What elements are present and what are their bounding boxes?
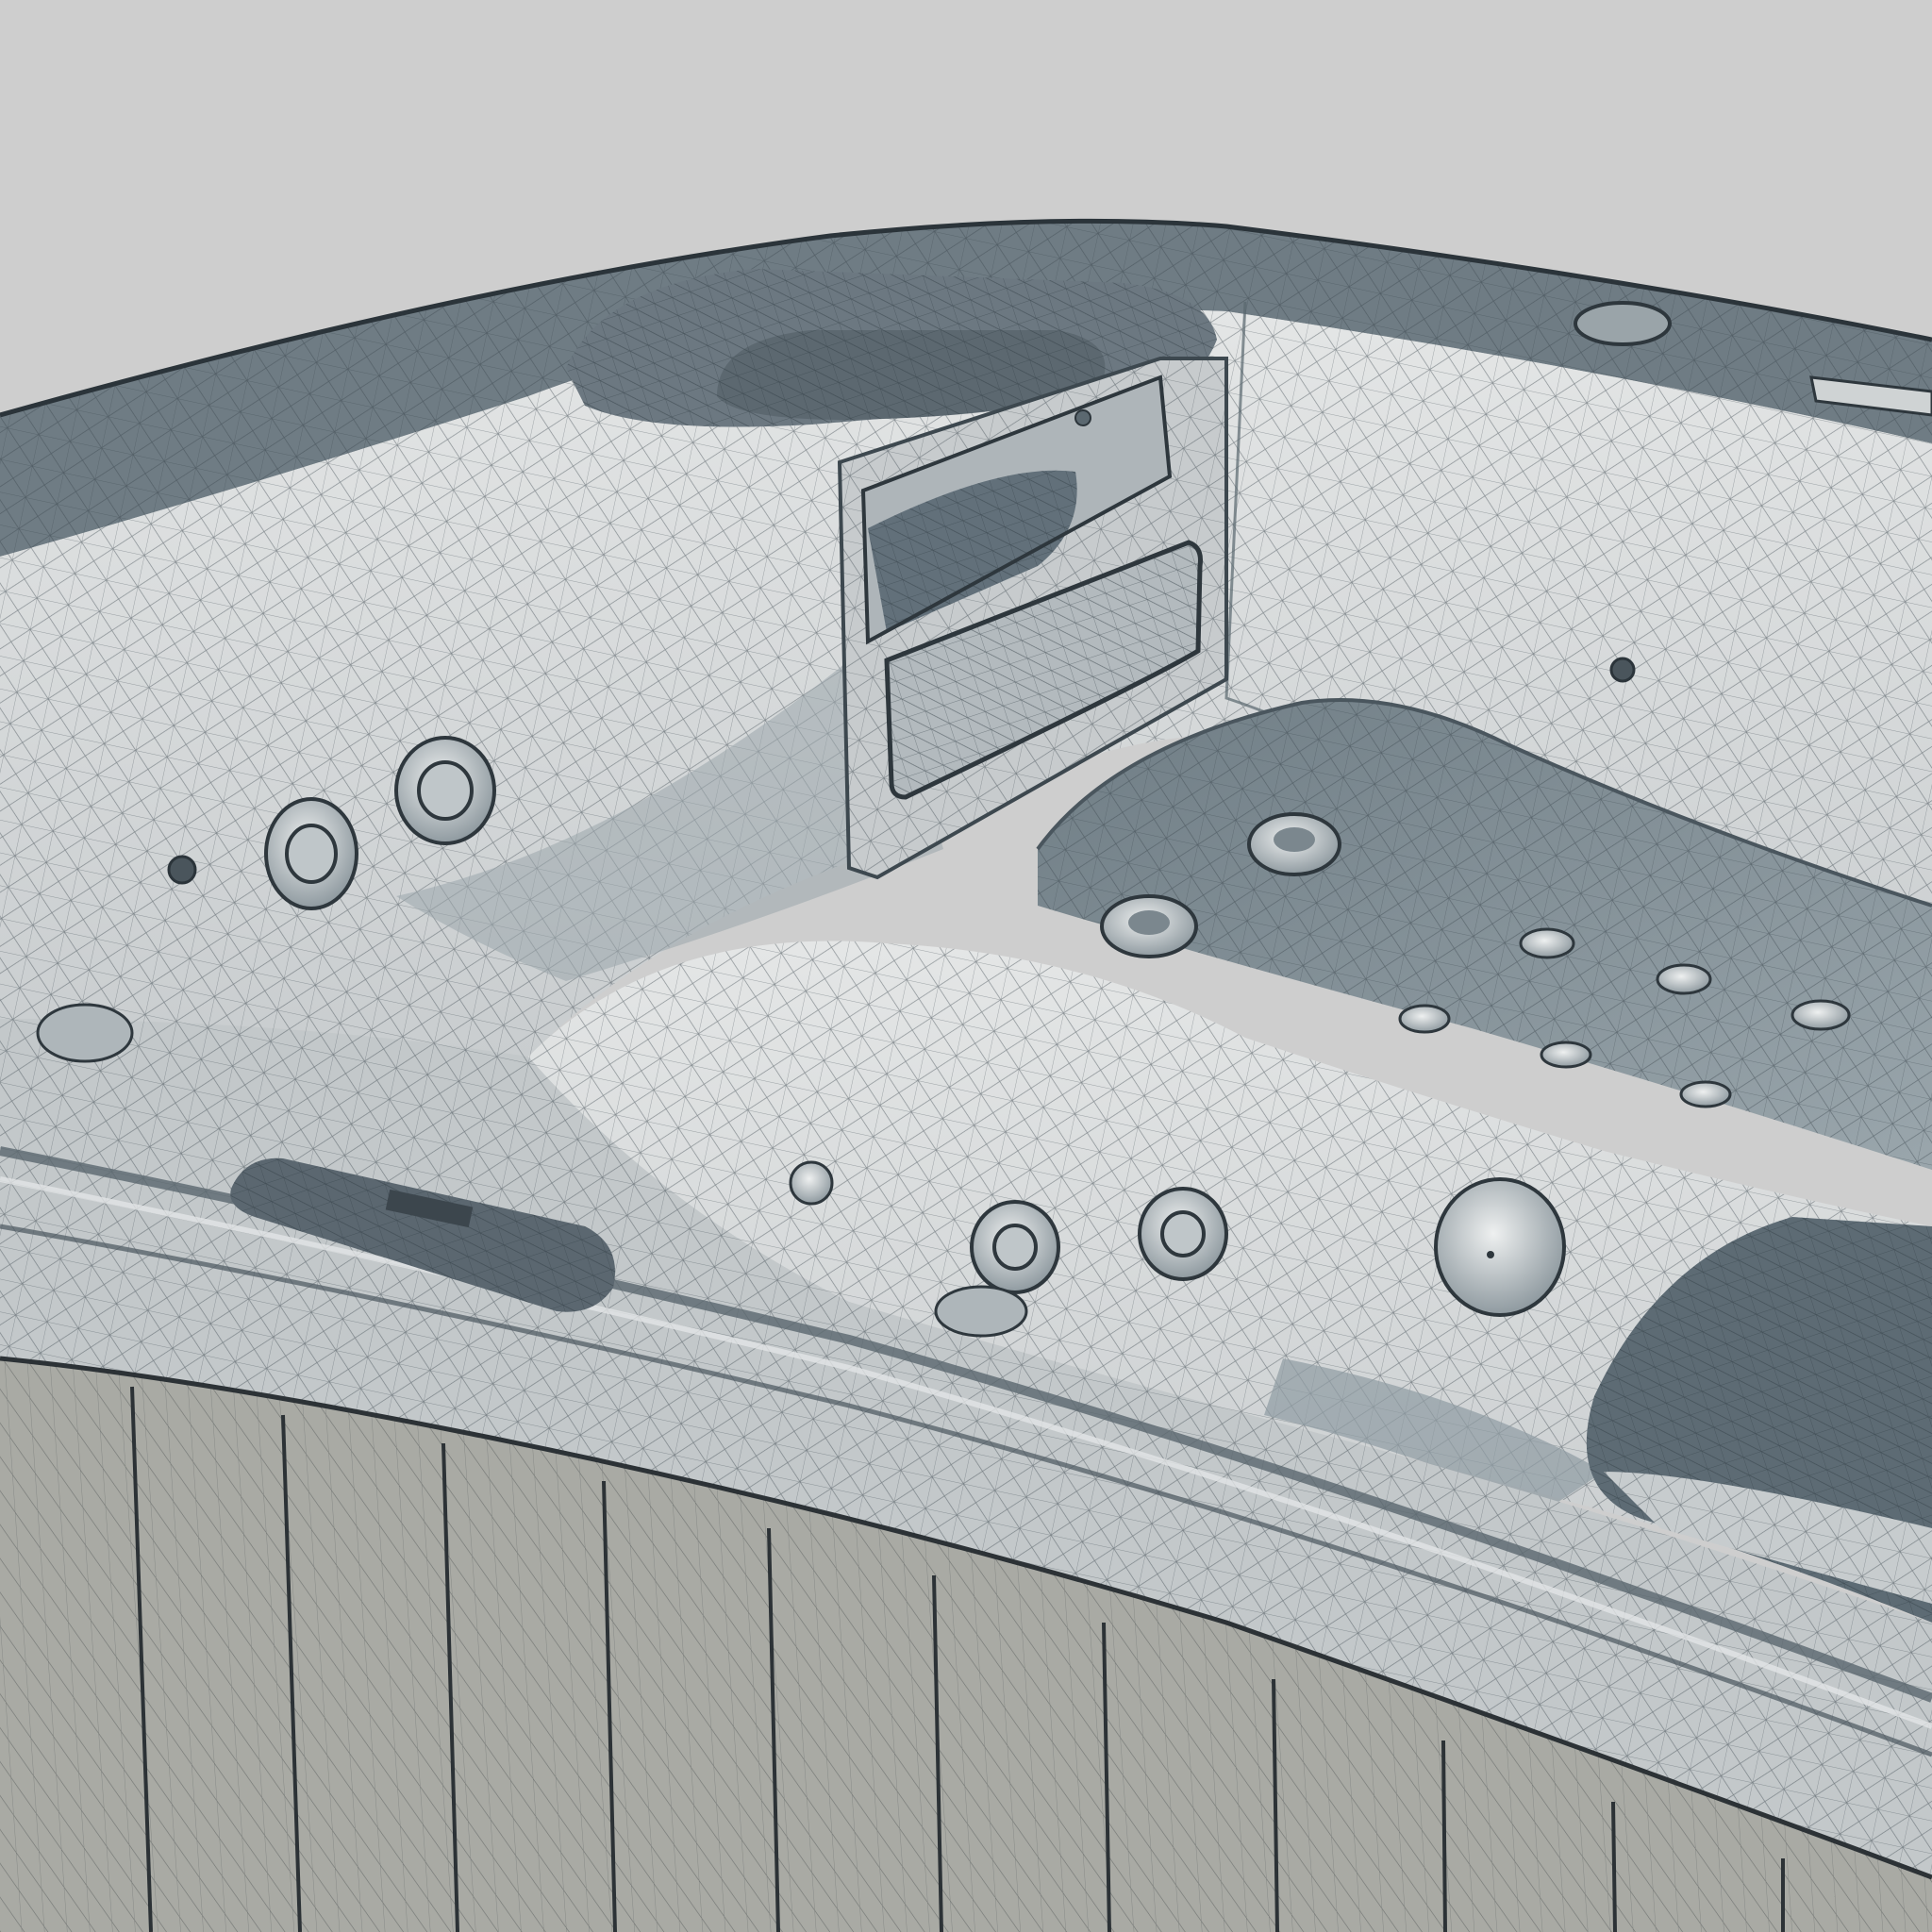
air-jet xyxy=(167,855,197,885)
hot-tub-render xyxy=(0,218,1932,1932)
wall-jet xyxy=(1540,1041,1592,1069)
filter-screw xyxy=(1074,409,1091,426)
air-jet xyxy=(789,1160,834,1206)
wall-jet xyxy=(1519,927,1575,959)
wall-jet xyxy=(1679,1080,1732,1108)
wall-jet xyxy=(394,736,496,845)
wall-jet xyxy=(264,797,358,910)
wall-jet xyxy=(1398,1004,1451,1034)
wall-jet xyxy=(1138,1187,1228,1281)
wall-jet xyxy=(1790,999,1851,1031)
wall-jet xyxy=(970,1200,1060,1294)
air-jet xyxy=(1609,657,1636,683)
air-jet xyxy=(934,1285,1028,1338)
air-jet xyxy=(36,1003,134,1063)
render-viewport xyxy=(0,0,1932,1932)
wall-jet xyxy=(1247,812,1341,876)
wall-jet xyxy=(1100,894,1198,958)
wall-jet xyxy=(1434,1177,1566,1317)
wall-jet xyxy=(1656,963,1712,995)
